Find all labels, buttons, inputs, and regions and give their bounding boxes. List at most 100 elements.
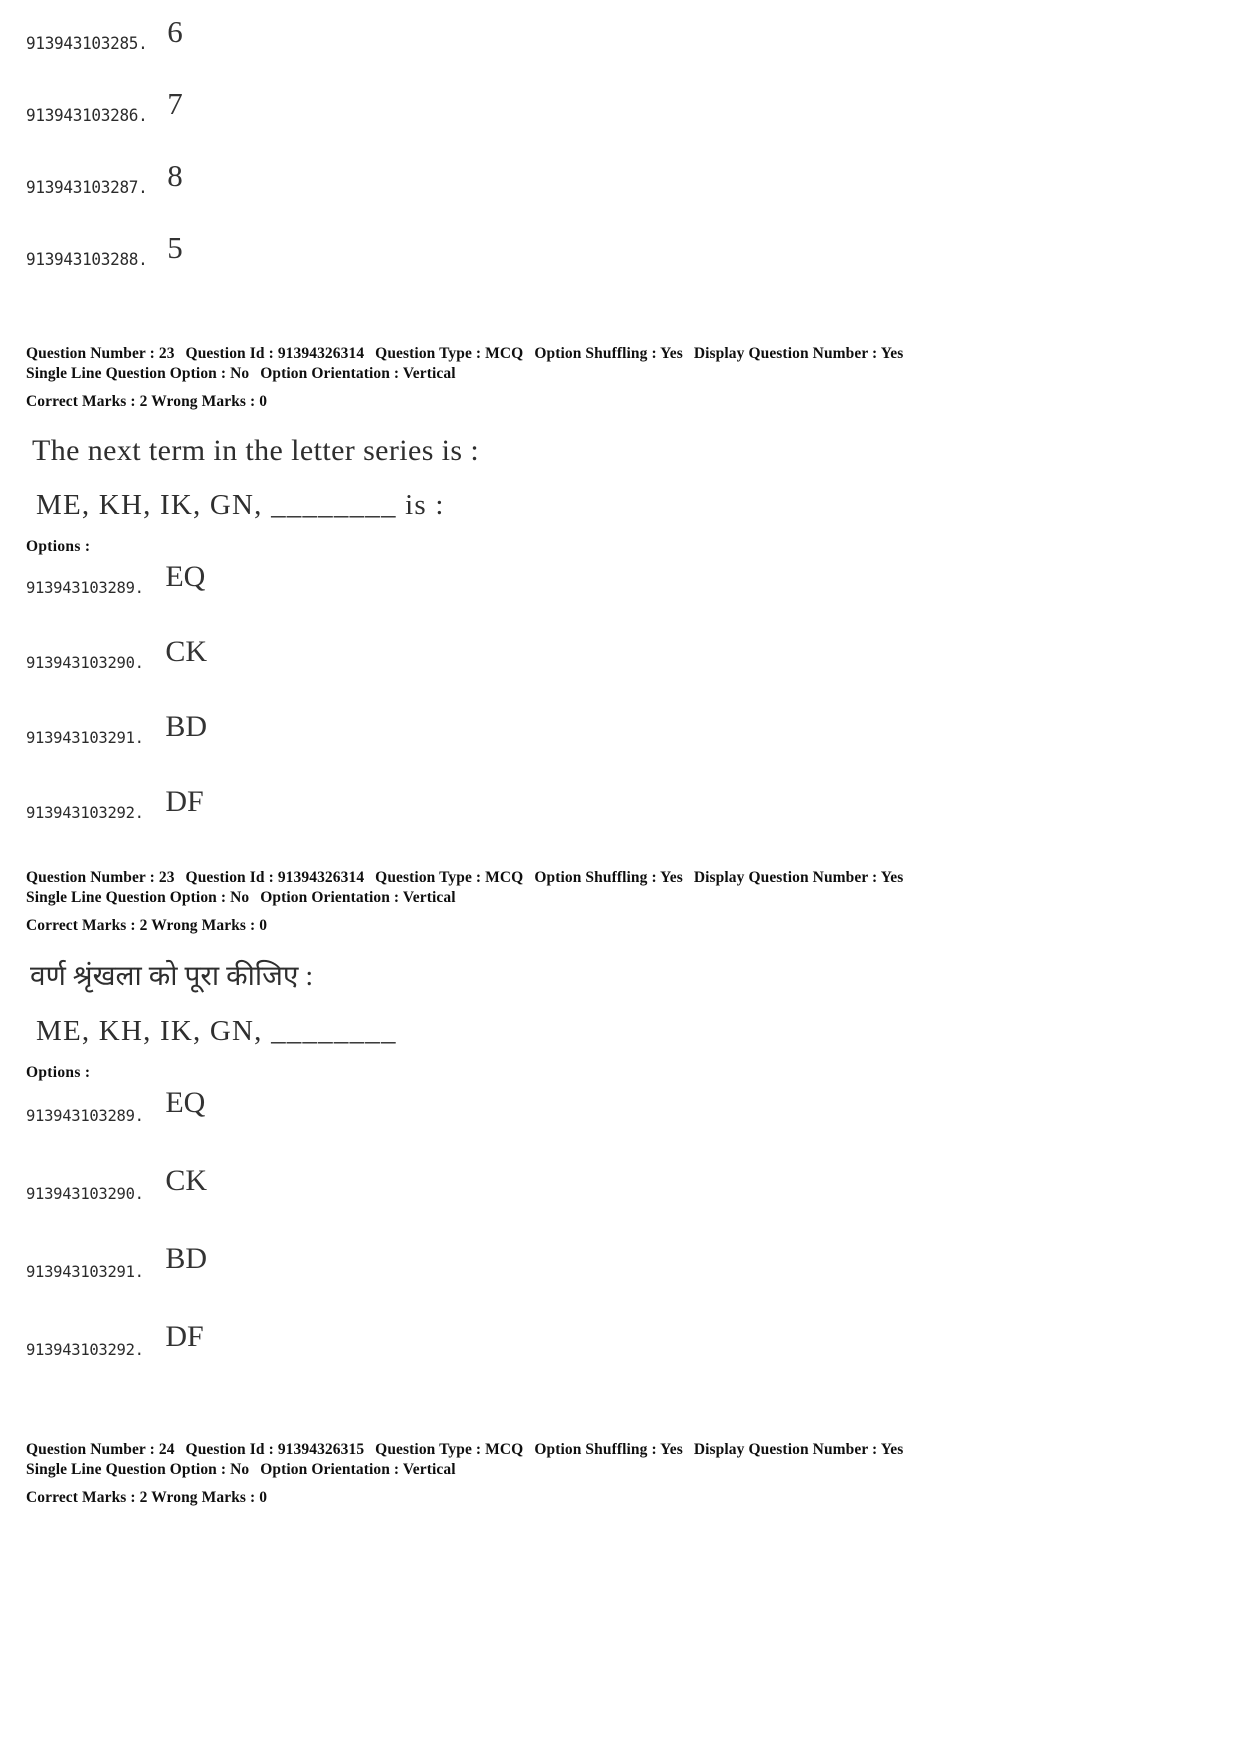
question-id-label: Question Id :	[185, 1441, 274, 1458]
list-item[interactable]: 913943103292. DF	[26, 1322, 1214, 1400]
question-id-value: 91394326314	[277, 869, 365, 886]
marks-line-next: Correct Marks : 2 Wrong Marks : 0	[26, 1489, 1214, 1507]
correct-marks-value: 2	[139, 392, 148, 410]
option-shuffling-value: Yes	[660, 345, 683, 362]
question-metadata-hindi: Question Number : 23 Question Id : 91394…	[26, 868, 1214, 909]
option-id: 913943103292.	[26, 1340, 144, 1360]
question-metadata-next: Question Number : 24 Question Id : 91394…	[26, 1440, 1214, 1481]
correct-marks-value: 2	[139, 916, 148, 934]
question-type-value: MCQ	[485, 869, 524, 886]
question-number-label: Question Number :	[26, 345, 155, 362]
option-id: 913943103289.	[26, 577, 144, 597]
metadata-line-2: Single Line Question Option : No Option …	[26, 1460, 1214, 1480]
correct-marks-label: Correct Marks :	[26, 1488, 136, 1506]
option-value: 6	[167, 14, 183, 49]
correct-marks-value: 2	[139, 1488, 148, 1506]
question-type-label: Question Type :	[375, 1441, 482, 1458]
display-question-number-label: Display Question Number :	[693, 345, 878, 362]
question-type-value: MCQ	[485, 345, 524, 362]
option-orientation-value: Vertical	[402, 889, 456, 907]
option-shuffling-value: Yes	[660, 869, 683, 886]
question-id-label: Question Id :	[185, 869, 274, 886]
option-value: BD	[165, 709, 208, 743]
list-item[interactable]: 913943103291. BD	[26, 709, 1214, 787]
list-item[interactable]: 913943103291. BD	[26, 1244, 1214, 1322]
metadata-line-1: Question Number : 23 Question Id : 91394…	[26, 868, 1214, 888]
option-id: 913943103289.	[26, 1106, 144, 1126]
wrong-marks-value: 0	[259, 392, 268, 410]
list-item[interactable]: 913943103289. EQ	[26, 1088, 1214, 1166]
question-series-english: ME, KH, IK, GN, ________ is :	[36, 488, 445, 521]
display-question-number-value: Yes	[880, 345, 904, 362]
option-id: 913943103288.	[26, 250, 148, 269]
display-question-number-label: Display Question Number :	[693, 869, 878, 886]
wrong-marks-label: Wrong Marks :	[151, 916, 256, 934]
display-question-number-value: Yes	[880, 1441, 904, 1458]
option-shuffling-label: Option Shuffling :	[534, 869, 657, 886]
option-orientation-label: Option Orientation :	[260, 1461, 400, 1479]
single-line-option-label: Single Line Question Option :	[26, 365, 227, 383]
option-id: 913943103291.	[26, 727, 144, 747]
question-number-label: Question Number :	[26, 869, 155, 886]
option-value: 5	[167, 230, 183, 265]
option-orientation-label: Option Orientation :	[260, 365, 400, 383]
metadata-line-2: Single Line Question Option : No Option …	[26, 888, 1214, 908]
list-item[interactable]: 913943103290. CK	[26, 1166, 1214, 1244]
marks-line-english: Correct Marks : 2 Wrong Marks : 0	[26, 393, 1214, 411]
question-metadata-english: Question Number : 23 Question Id : 91394…	[26, 344, 1214, 385]
question-number-label: Question Number :	[26, 1441, 155, 1458]
single-line-option-value: No	[230, 365, 250, 383]
exam-paper-page: 913943103285. 6 913943103286. 7 91394310…	[0, 0, 1240, 1754]
marks-line-hindi: Correct Marks : 2 Wrong Marks : 0	[26, 917, 1214, 935]
options-list-english: 913943103289. EQ 913943103290. CK 913943…	[26, 559, 1214, 862]
question-block-next: Question Number : 24 Question Id : 91394…	[26, 1440, 1214, 1507]
option-value: CK	[165, 634, 208, 668]
metadata-line-1: Question Number : 23 Question Id : 91394…	[26, 344, 1214, 364]
option-id: 913943103291.	[26, 1262, 144, 1282]
single-line-option-label: Single Line Question Option :	[26, 889, 227, 907]
option-shuffling-value: Yes	[660, 1441, 683, 1458]
list-item[interactable]: 913943103290. CK	[26, 634, 1214, 712]
question-stem-english: The next term in the letter series is :	[32, 433, 480, 467]
option-value: 8	[167, 158, 183, 193]
list-item[interactable]: 913943103288. 5	[26, 232, 1214, 304]
question-block-english: Question Number : 23 Question Id : 91394…	[26, 344, 1214, 862]
options-label-hindi: Options :	[26, 1064, 91, 1082]
option-id: 913943103285.	[26, 34, 148, 53]
metadata-line-1: Question Number : 24 Question Id : 91394…	[26, 1440, 1214, 1460]
correct-marks-label: Correct Marks :	[26, 392, 136, 410]
option-value: EQ	[165, 1086, 206, 1120]
option-id: 913943103286.	[26, 106, 148, 125]
question-type-label: Question Type :	[375, 869, 482, 886]
display-question-number-label: Display Question Number :	[693, 1441, 878, 1458]
list-item[interactable]: 913943103289. EQ	[26, 559, 1214, 637]
single-line-option-value: No	[230, 1461, 250, 1479]
carry-over-options-list: 913943103285. 6 913943103286. 7 91394310…	[26, 16, 1214, 304]
display-question-number-value: Yes	[880, 869, 904, 886]
question-number-value: 23	[158, 869, 175, 886]
question-id-value: 91394326314	[277, 345, 365, 362]
question-block-hindi: Question Number : 23 Question Id : 91394…	[26, 868, 1214, 1400]
option-orientation-value: Vertical	[402, 365, 456, 383]
question-number-value: 24	[158, 1441, 175, 1458]
wrong-marks-label: Wrong Marks :	[151, 392, 256, 410]
options-list-hindi: 913943103289. EQ 913943103290. CK 913943…	[26, 1088, 1214, 1400]
list-item[interactable]: 913943103287. 8	[26, 160, 1214, 232]
question-type-label: Question Type :	[375, 345, 482, 362]
list-item[interactable]: 913943103285. 6	[26, 16, 1214, 88]
single-line-option-value: No	[230, 889, 250, 907]
wrong-marks-value: 0	[259, 916, 268, 934]
metadata-line-2: Single Line Question Option : No Option …	[26, 364, 1214, 384]
option-shuffling-label: Option Shuffling :	[534, 1441, 657, 1458]
options-label-english: Options :	[26, 537, 91, 555]
list-item[interactable]: 913943103292. DF	[26, 784, 1214, 862]
option-value: DF	[165, 1320, 204, 1354]
wrong-marks-label: Wrong Marks :	[151, 1488, 256, 1506]
list-item[interactable]: 913943103286. 7	[26, 88, 1214, 160]
option-value: EQ	[165, 559, 206, 593]
option-id: 913943103290.	[26, 652, 144, 672]
option-value: DF	[165, 784, 204, 818]
single-line-option-label: Single Line Question Option :	[26, 1461, 227, 1479]
option-value: CK	[165, 1164, 208, 1198]
option-value: BD	[165, 1242, 208, 1276]
